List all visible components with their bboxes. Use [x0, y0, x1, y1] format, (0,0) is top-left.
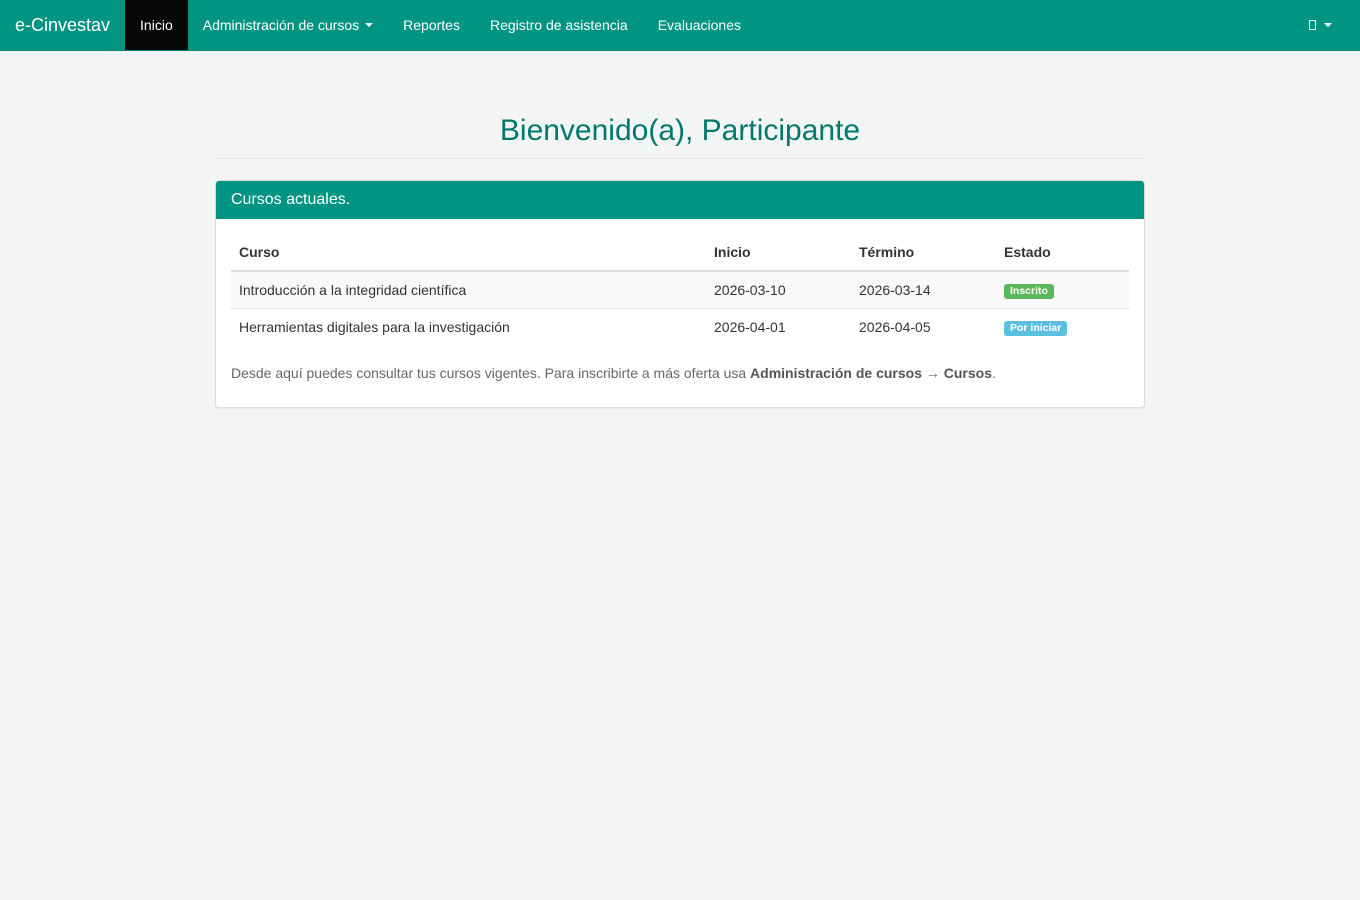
column-header-curso: Curso: [231, 234, 706, 272]
column-header-termino: Término: [851, 234, 996, 272]
nav-item-reportes[interactable]: Reportes: [388, 0, 475, 50]
help-arrow: →: [921, 365, 944, 381]
top-navbar: e-Cinvestav Inicio Administración de cur…: [0, 0, 1360, 51]
cell-termino: 2026-04-05: [851, 307, 996, 345]
nav-item-administracion-cursos[interactable]: Administración de cursos: [188, 0, 388, 50]
help-item-name: Cursos: [943, 365, 992, 381]
brand-link[interactable]: e-Cinvestav: [0, 0, 125, 50]
cell-inicio: 2026-03-10: [714, 281, 786, 298]
cell-termino: 2026-03-14: [859, 281, 931, 298]
caret-down-icon: [1324, 23, 1332, 27]
page-header: Bienvenido(a), Participante: [215, 113, 1145, 159]
panel-body: Curso Inicio Término Estado Introducción…: [216, 219, 1144, 407]
nav-item-evaluaciones[interactable]: Evaluaciones: [643, 0, 756, 50]
nav-item-inicio[interactable]: Inicio: [125, 0, 188, 50]
cell-estado: Inscrito: [996, 271, 1129, 308]
help-text-suffix: .: [992, 365, 996, 381]
column-header-estado: Estado: [996, 234, 1129, 272]
current-courses-panel: Cursos actuales. Curso Inicio Término Es…: [215, 180, 1145, 408]
help-menu-name: Administración de cursos: [750, 365, 922, 381]
table-header-row: Curso Inicio Término Estado: [231, 234, 1129, 272]
nav-item-label: Evaluaciones: [657, 17, 741, 33]
cell-estado: Por iniciar: [996, 307, 1129, 345]
cell-curso: Introducción a la integridad científica: [239, 281, 467, 298]
table-row: Introducción a la integridad científica …: [231, 271, 1129, 308]
user-icon: [1309, 20, 1316, 30]
status-badge: Por iniciar: [1004, 320, 1068, 336]
cell-inicio: 2026-04-01: [706, 307, 851, 345]
help-text: Desde aquí puedes consultar tus cursos v…: [231, 365, 1129, 381]
main-container: Bienvenido(a), Participante Cursos actua…: [215, 113, 1145, 408]
courses-table: Curso Inicio Término Estado Introducción…: [231, 234, 1129, 345]
status-badge: Inscrito: [1004, 283, 1054, 299]
nav-item-label: Reportes: [403, 17, 460, 33]
help-text-prefix: Desde aquí puedes consultar tus cursos v…: [231, 365, 751, 381]
cell-curso: Herramientas digitales para la investiga…: [231, 307, 706, 345]
page-title: Bienvenido(a), Participante: [499, 114, 861, 147]
user-menu-toggle[interactable]: [1309, 0, 1332, 50]
column-header-inicio: Inicio: [706, 234, 851, 272]
panel-heading: Cursos actuales.: [216, 181, 1144, 219]
nav-item-label: Registro de asistencia: [489, 17, 628, 33]
caret-down-icon: [365, 23, 374, 27]
nav-item-label: Administración de cursos: [202, 17, 360, 33]
nav-item-label: Inicio: [140, 17, 173, 33]
nav-item-registro-asistencia[interactable]: Registro de asistencia: [475, 0, 643, 50]
table-row: Herramientas digitales para la investiga…: [231, 307, 1129, 345]
